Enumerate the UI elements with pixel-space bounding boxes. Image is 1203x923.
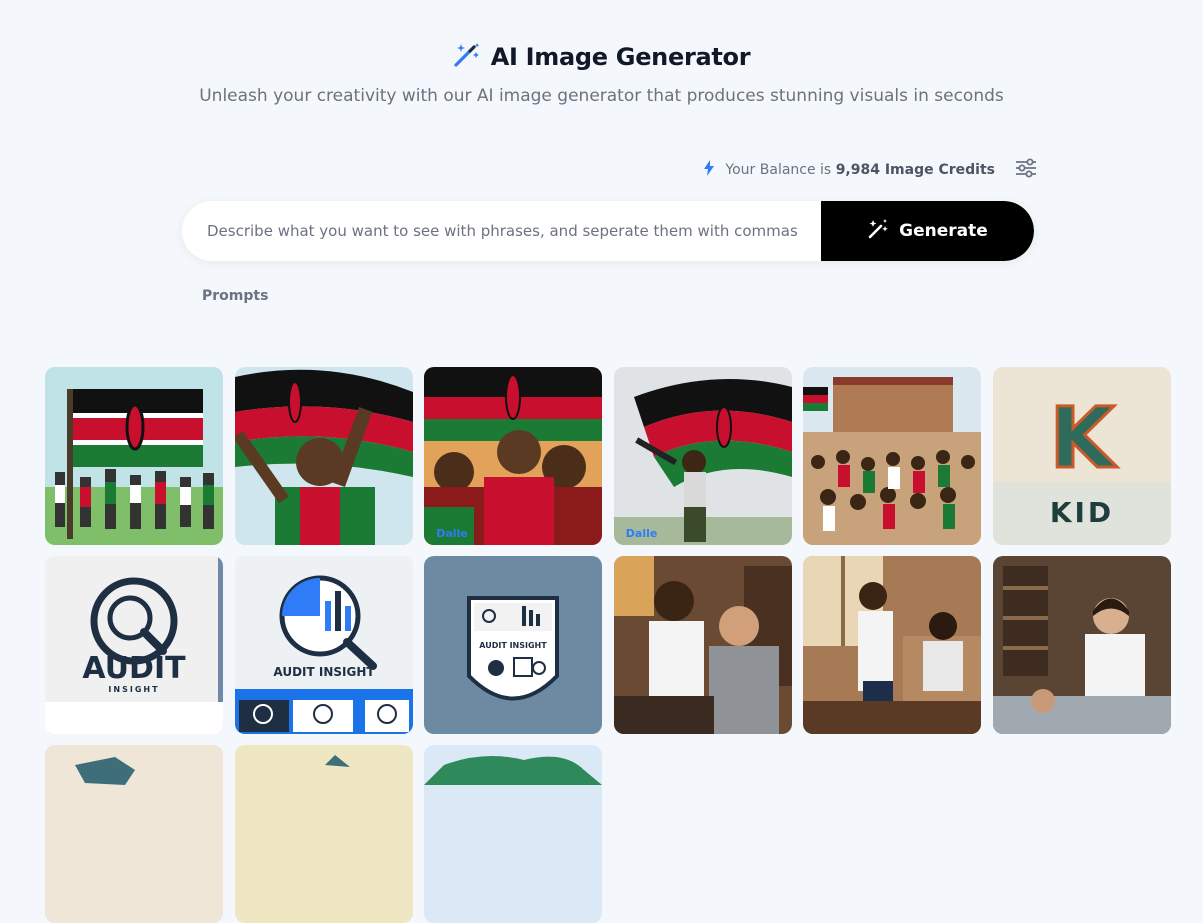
dalle-watermark: Dalle — [625, 527, 658, 540]
audit-insight-text: AUDIT INSIGHT — [273, 665, 375, 679]
gallery-image-nurse-elderly[interactable] — [803, 556, 982, 734]
dalle-watermark: Dalle — [436, 527, 468, 540]
gallery-image-kenya-flag-crowd[interactable] — [45, 367, 223, 545]
balance-amount: 9,984 Image Credits — [835, 162, 995, 178]
kid-logo-letter: K — [1049, 389, 1117, 487]
gallery-image-audit-shield-logo[interactable]: AUDIT INSIGHT — [424, 556, 603, 734]
page-title: AI Image Generator — [490, 43, 751, 71]
prompt-input[interactable] — [182, 201, 821, 261]
gallery-image-partial-island[interactable] — [424, 745, 603, 923]
generate-label: Generate — [899, 221, 988, 241]
audit-logo-text: AUDIT — [82, 651, 186, 686]
gallery-image-festival-crowd[interactable] — [803, 367, 982, 545]
prompts-label: Prompts — [202, 288, 269, 304]
balance-prefix: Your Balance is — [725, 162, 832, 178]
gallery-image-soldier-flag[interactable]: Dalle — [613, 367, 792, 545]
balance-text: Your Balance is 9,984 Image Credits — [725, 162, 995, 178]
gallery-image-partial-map[interactable] — [45, 745, 223, 923]
gallery-image-man-cheering[interactable] — [234, 367, 413, 545]
audit-logo-subtext: INSIGHT — [108, 685, 159, 694]
lightning-icon — [703, 160, 715, 180]
generate-button[interactable]: Generate — [821, 201, 1034, 261]
title-row: AI Image Generator — [0, 40, 1203, 74]
kid-logo-text: KID — [1050, 496, 1114, 529]
prompt-bar: Generate — [182, 201, 1034, 261]
magic-wand-icon — [867, 218, 889, 244]
gallery-image-audit-insight-logo[interactable]: AUDIT INSIGHT — [234, 556, 413, 734]
gallery-image-partial-landscape[interactable] — [234, 745, 413, 923]
balance-row: Your Balance is 9,984 Image Credits — [703, 158, 1037, 182]
gallery-image-nurse-infant[interactable] — [992, 556, 1171, 734]
magic-wand-icon — [453, 42, 481, 72]
page-header: AI Image Generator Unleash your creativi… — [0, 40, 1203, 106]
gallery-image-nurse-patient[interactable] — [613, 556, 792, 734]
sliders-icon[interactable] — [1015, 158, 1037, 182]
gallery-image-kid-logo[interactable]: K KID — [992, 367, 1171, 545]
gallery-image-audit-logo[interactable]: AUDIT INSIGHT — [45, 556, 223, 734]
page-subtitle: Unleash your creativity with our AI imag… — [199, 86, 1004, 106]
audit-shield-text: AUDIT INSIGHT — [479, 641, 547, 650]
gallery-image-people-celebrating[interactable]: Dalle — [424, 367, 603, 545]
image-gallery: Dalle Dalle K KID AUDIT INSIGHT AUDIT IN… — [45, 367, 1171, 923]
